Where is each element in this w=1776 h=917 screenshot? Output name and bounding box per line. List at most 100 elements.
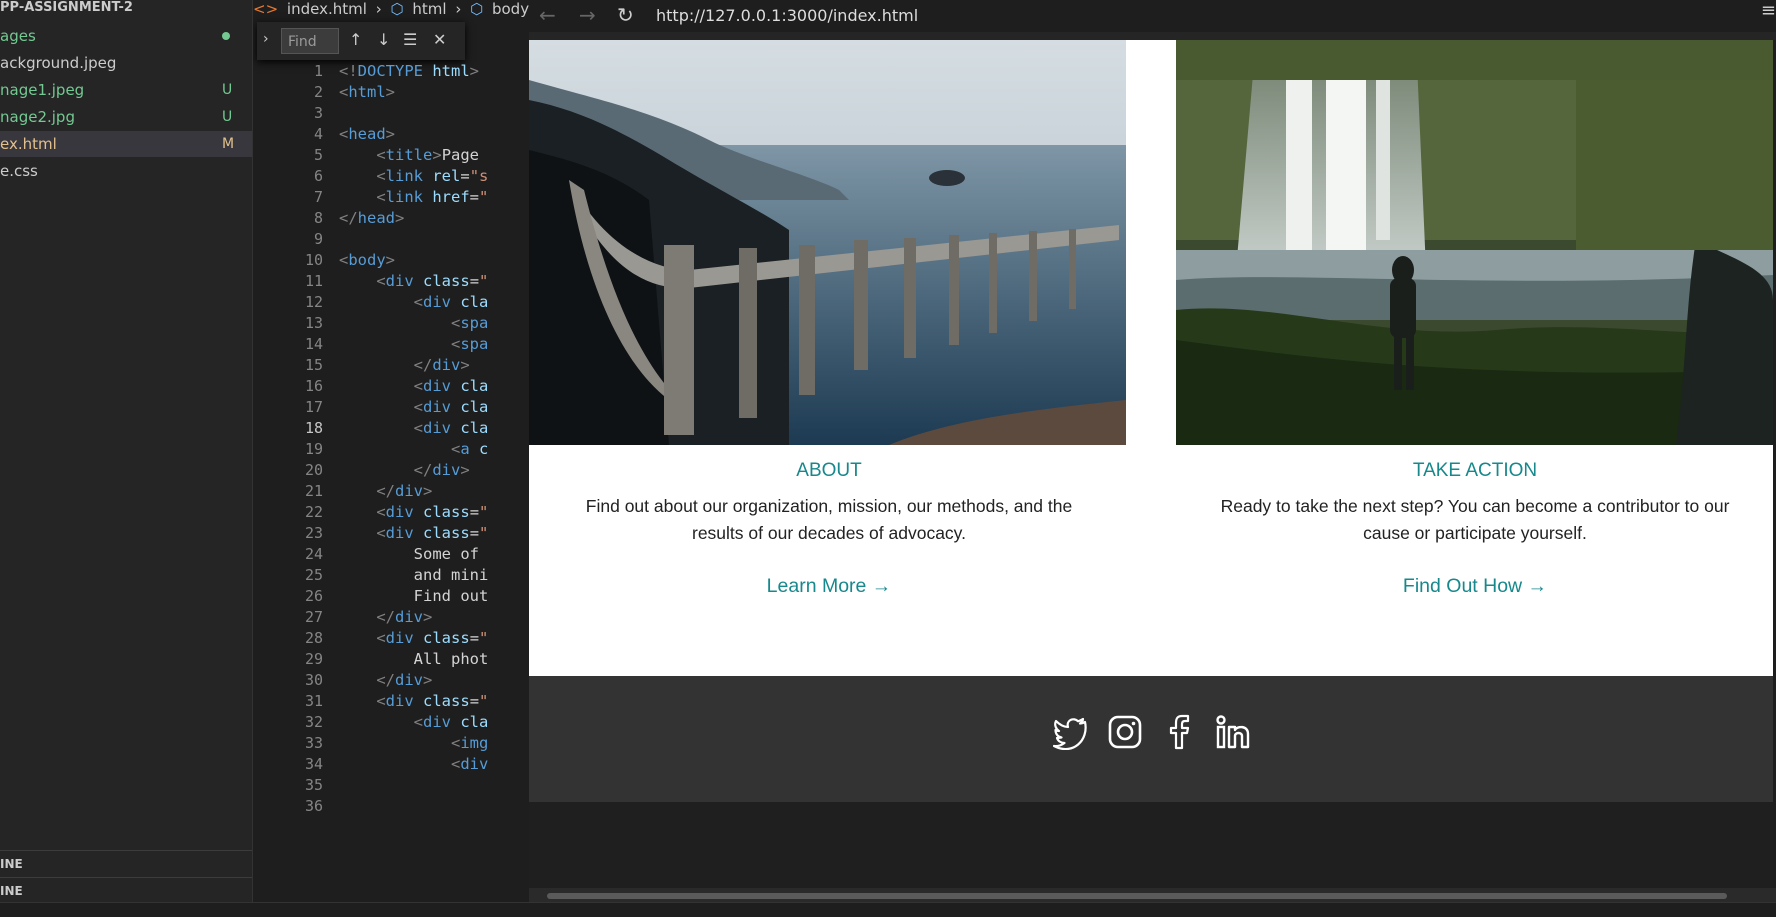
- code-line: <div cla: [413, 713, 489, 731]
- line-number: 25: [304, 566, 323, 584]
- code-line: Find out: [413, 587, 489, 605]
- breadcrumb: <> index.html › ⬡ html › ⬡ body: [253, 0, 529, 18]
- reload-icon[interactable]: ↻: [617, 3, 634, 27]
- explorer-item-label: ages: [0, 27, 36, 45]
- facebook-icon[interactable]: [1161, 714, 1197, 750]
- cube-icon: ⬡: [390, 0, 404, 18]
- code-line: <a c: [450, 440, 489, 458]
- chevron-right-icon: ›: [455, 0, 462, 18]
- explorer-item-images[interactable]: ages: [0, 23, 252, 49]
- code-line: <div class=": [376, 692, 489, 710]
- menu-icon[interactable]: ≡: [1761, 0, 1776, 21]
- line-number: 1: [313, 62, 323, 80]
- explorer-item-image2[interactable]: nage2.jpg U: [0, 104, 252, 130]
- linkedin-icon[interactable]: [1215, 714, 1251, 750]
- explorer-item-label: ex.html: [0, 135, 57, 153]
- line-number: 10: [304, 251, 323, 269]
- arrow-down-icon[interactable]: ↓: [377, 30, 390, 49]
- status-bar: [0, 902, 1776, 917]
- code-line: and mini: [413, 566, 489, 584]
- git-status-badge: M: [222, 136, 235, 152]
- html-file-icon: <>: [253, 0, 279, 18]
- line-number: 11: [304, 272, 323, 290]
- scrollbar-thumb[interactable]: [547, 893, 1727, 899]
- line-number: 28: [304, 629, 323, 647]
- code-line: All phot: [413, 650, 489, 668]
- line-number: 18: [304, 419, 323, 437]
- cube-icon: ⬡: [470, 0, 484, 18]
- line-number: 3: [313, 104, 323, 122]
- instagram-icon[interactable]: [1107, 714, 1143, 750]
- take-action-text: Ready to take the next step? You can bec…: [1220, 496, 1730, 543]
- explorer-item-label: nage2.jpg: [0, 108, 75, 126]
- line-number: 2: [313, 83, 323, 101]
- code-editor[interactable]: <> index.html › ⬡ html › ⬡ body › Find ↑…: [253, 0, 529, 916]
- code-line: <html>: [339, 83, 396, 101]
- explorer-item-background[interactable]: ackground.jpeg: [0, 50, 252, 76]
- outline-section[interactable]: INE: [0, 850, 252, 877]
- line-number: 17: [304, 398, 323, 416]
- code-line: <div: [450, 755, 489, 773]
- footer: [529, 676, 1776, 802]
- learn-more-link[interactable]: Learn More →: [529, 575, 1129, 598]
- waterfall-photo: [1176, 40, 1773, 445]
- line-number: 24: [304, 545, 323, 563]
- line-number: 22: [304, 503, 323, 521]
- arrow-up-icon[interactable]: ↑: [349, 30, 362, 49]
- line-number: 31: [304, 692, 323, 710]
- line-number: 7: [313, 188, 323, 206]
- code-line: <div cla: [413, 377, 489, 395]
- explorer-title: PP-ASSIGNMENT-2: [0, 0, 133, 15]
- close-icon[interactable]: ✕: [433, 30, 446, 49]
- timeline-section[interactable]: INE: [0, 877, 252, 904]
- line-number: 9: [313, 230, 323, 248]
- explorer-item-image1[interactable]: nage1.jpeg U: [0, 77, 252, 103]
- line-number: 5: [313, 146, 323, 164]
- line-number: 32: [304, 713, 323, 731]
- about-text: Find out about our organization, mission…: [585, 496, 1073, 543]
- page-viewport: ABOUT Find out about our organization, m…: [529, 40, 1776, 898]
- breadcrumb-html[interactable]: html: [412, 0, 446, 18]
- line-number: 12: [304, 293, 323, 311]
- find-out-how-link[interactable]: Find Out How →: [1175, 575, 1775, 598]
- line-number: 36: [304, 797, 323, 815]
- line-number: 29: [304, 650, 323, 668]
- page-background: [529, 802, 1776, 898]
- find-widget: › Find ↑ ↓ ☰ ✕: [257, 22, 465, 60]
- explorer-item-style[interactable]: e.css: [0, 158, 252, 184]
- line-number: 15: [304, 356, 323, 374]
- code-line: <div cla: [413, 398, 489, 416]
- about-heading: ABOUT: [796, 460, 862, 481]
- line-number: 27: [304, 608, 323, 626]
- line-number: 13: [304, 314, 323, 332]
- code-line: </div>: [413, 461, 470, 479]
- breadcrumb-body[interactable]: body: [492, 0, 529, 18]
- line-number: 23: [304, 524, 323, 542]
- forward-icon[interactable]: →: [579, 3, 596, 27]
- line-number: 6: [313, 167, 323, 185]
- code-line: </head>: [339, 209, 405, 227]
- code-line: <div cla: [413, 293, 489, 311]
- code-line: </div>: [376, 482, 433, 500]
- line-number: 19: [304, 440, 323, 458]
- explorer-item-label: nage1.jpeg: [0, 81, 85, 99]
- twitter-icon[interactable]: [1053, 714, 1089, 750]
- line-number: 35: [304, 776, 323, 794]
- toggle-replace-icon[interactable]: ›: [263, 31, 269, 47]
- line-number: 8: [313, 209, 323, 227]
- line-number: 20: [304, 461, 323, 479]
- breadcrumb-file[interactable]: index.html: [287, 0, 367, 18]
- find-input[interactable]: Find: [281, 28, 339, 54]
- code-line: <link href=": [376, 188, 489, 206]
- line-number: 16: [304, 377, 323, 395]
- back-icon[interactable]: ←: [539, 3, 556, 27]
- explorer-item-index[interactable]: ex.html M: [0, 131, 252, 157]
- selection-icon[interactable]: ☰: [403, 30, 417, 49]
- git-status-badge: U: [222, 109, 233, 125]
- horizontal-scrollbar[interactable]: [529, 888, 1776, 902]
- line-number: 30: [304, 671, 323, 689]
- url-field[interactable]: http://127.0.0.1:3000/index.html: [656, 6, 918, 25]
- code-line: <!DOCTYPE html>: [339, 62, 480, 80]
- git-status-badge: U: [222, 82, 233, 98]
- code-line: <body>: [339, 251, 396, 269]
